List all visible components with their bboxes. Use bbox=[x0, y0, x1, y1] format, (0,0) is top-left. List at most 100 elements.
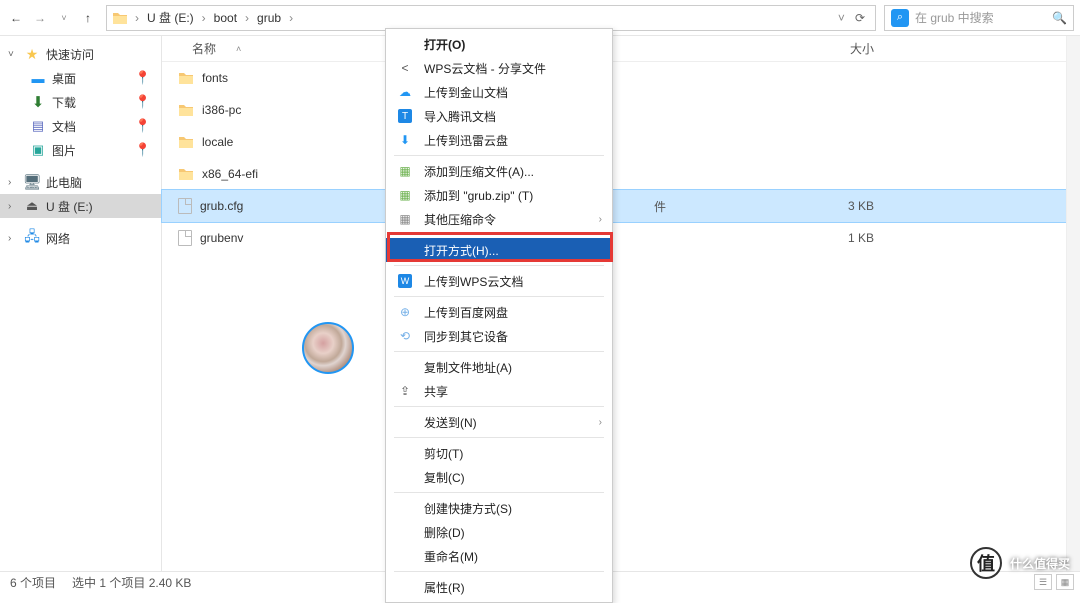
context-menu-label: 其他压缩命令 bbox=[424, 211, 496, 228]
sidebar-item-pictures[interactable]: ▣ 图片 📍 bbox=[0, 138, 161, 162]
address-dropdown[interactable]: ˅ bbox=[834, 11, 849, 25]
status-count: 6 个项目 bbox=[10, 574, 56, 591]
sidebar-item-label: U 盘 (E:) bbox=[46, 198, 93, 215]
context-menu-item[interactable]: ▦其他压缩命令› bbox=[386, 207, 612, 231]
sidebar-item-label: 此电脑 bbox=[46, 174, 82, 191]
context-menu-item[interactable]: 重命名(M) bbox=[386, 544, 612, 568]
expander-icon[interactable]: › bbox=[8, 201, 18, 212]
expander-icon[interactable]: › bbox=[8, 233, 18, 244]
folder-icon bbox=[178, 102, 194, 118]
sync-icon: ⟲ bbox=[396, 329, 414, 343]
status-selection: 选中 1 个项目 2.40 KB bbox=[72, 574, 191, 591]
expander-icon[interactable]: ˅ bbox=[8, 49, 18, 60]
context-menu-label: 上传到金山文档 bbox=[424, 84, 508, 101]
context-menu-item[interactable]: < WPS云文档 - 分享文件 bbox=[386, 56, 612, 80]
breadcrumb[interactable]: boot bbox=[208, 6, 243, 30]
context-menu-item[interactable]: 打开(O) bbox=[386, 32, 612, 56]
sidebar-item-desktop[interactable]: ▬ 桌面 📍 bbox=[0, 66, 161, 90]
context-menu-item[interactable]: ⊕ 上传到百度网盘 bbox=[386, 300, 612, 324]
folder-icon bbox=[178, 134, 194, 150]
sidebar-item-label: 桌面 bbox=[52, 70, 76, 87]
column-header-row: 名称˄ 大小 bbox=[162, 36, 1080, 62]
chevron-right-icon: › bbox=[243, 11, 251, 25]
sidebar-item-documents[interactable]: ▤ 文档 📍 bbox=[0, 114, 161, 138]
context-menu-item[interactable]: ⇪共享 bbox=[386, 379, 612, 403]
refresh-button[interactable]: ⟳ bbox=[849, 11, 871, 25]
back-button[interactable]: ← bbox=[6, 8, 26, 28]
watermark-badge: 值 bbox=[970, 547, 1002, 579]
breadcrumb[interactable]: U 盘 (E:) bbox=[141, 6, 200, 30]
context-menu-item[interactable]: 删除(D) bbox=[386, 520, 612, 544]
sidebar-item-quick-access[interactable]: ˅ ★ 快速访问 bbox=[0, 42, 161, 66]
pc-icon: 🖥 bbox=[24, 174, 40, 190]
context-menu-item[interactable]: ▦ 添加到压缩文件(A)... bbox=[386, 159, 612, 183]
context-menu-label: 发送到(N) bbox=[424, 414, 477, 431]
context-menu-item[interactable]: ⟲ 同步到其它设备 bbox=[386, 324, 612, 348]
file-row[interactable]: x86_64-efi bbox=[162, 158, 1080, 190]
file-row[interactable]: locale bbox=[162, 126, 1080, 158]
chevron-right-icon: › bbox=[287, 11, 295, 25]
context-menu-item[interactable]: 创建快捷方式(S) bbox=[386, 496, 612, 520]
context-menu-label: WPS云文档 - 分享文件 bbox=[424, 60, 546, 77]
download-icon: ⬇ bbox=[30, 94, 46, 110]
zip-icon: ▦ bbox=[396, 164, 414, 178]
chevron-right-icon: › bbox=[133, 11, 141, 25]
star-icon: ★ bbox=[24, 46, 40, 62]
sidebar-item-downloads[interactable]: ⬇ 下载 📍 bbox=[0, 90, 161, 114]
recent-dropdown[interactable]: ˅ bbox=[54, 8, 74, 28]
watermark: 值 什么值得买 bbox=[970, 547, 1070, 579]
file-pane: 名称˄ 大小 fonts i386-pclocalex86_64-efigrub.… bbox=[162, 36, 1080, 574]
context-menu-item[interactable]: ⬇上传到迅雷云盘 bbox=[386, 128, 612, 152]
desktop-icon: ▬ bbox=[30, 70, 46, 86]
context-menu-item[interactable]: 复制(C) bbox=[386, 465, 612, 489]
context-menu: 打开(O) < WPS云文档 - 分享文件 ☁上传到金山文档T导入腾讯文档⬇上传到迅雷… bbox=[385, 28, 613, 603]
file-row[interactable]: grubenv1 KB bbox=[162, 222, 1080, 254]
file-name: fonts bbox=[202, 71, 228, 85]
context-menu-item[interactable]: 发送到(N)› bbox=[386, 410, 612, 434]
folder-icon bbox=[178, 166, 194, 182]
usb-icon: ⏏ bbox=[24, 198, 40, 214]
context-menu-item[interactable]: ▦ 添加到 "grub.zip" (T) bbox=[386, 183, 612, 207]
pin-icon: 📍 bbox=[135, 142, 151, 158]
context-menu-item[interactable]: 复制文件地址(A) bbox=[386, 355, 612, 379]
up-button[interactable]: ↑ bbox=[78, 8, 98, 28]
file-row[interactable]: fonts bbox=[162, 62, 1080, 94]
address-bar[interactable]: › U 盘 (E:) › boot › grub › ˅ ⟳ bbox=[106, 5, 876, 31]
sidebar-item-this-pc[interactable]: › 🖥 此电脑 bbox=[0, 170, 161, 194]
sidebar-item-network[interactable]: › 🖧 网络 bbox=[0, 226, 161, 250]
zip-icon: ▦ bbox=[396, 188, 414, 202]
tencent-icon: T bbox=[396, 109, 414, 123]
context-menu-label: 复制(C) bbox=[424, 469, 465, 486]
expander-icon[interactable]: › bbox=[8, 177, 18, 188]
context-menu-item[interactable]: 剪切(T) bbox=[386, 441, 612, 465]
network-icon: 🖧 bbox=[24, 230, 40, 246]
context-menu-item[interactable]: W上传到WPS云文档 bbox=[386, 269, 612, 293]
sidebar-item-label: 网络 bbox=[46, 230, 70, 247]
context-menu-label: 添加到 "grub.zip" (T) bbox=[424, 187, 533, 204]
context-menu-label: 添加到压缩文件(A)... bbox=[424, 163, 534, 180]
context-menu-item[interactable]: 属性(R) bbox=[386, 575, 612, 599]
context-menu-item[interactable]: T导入腾讯文档 bbox=[386, 104, 612, 128]
file-icon bbox=[178, 198, 192, 214]
chevron-right-icon: › bbox=[200, 11, 208, 25]
context-menu-label: 上传到百度网盘 bbox=[424, 304, 508, 321]
context-menu-label: 创建快捷方式(S) bbox=[424, 500, 512, 517]
wps-icon: W bbox=[396, 274, 414, 288]
file-row[interactable]: i386-pc bbox=[162, 94, 1080, 126]
share-icon: < bbox=[396, 61, 414, 75]
column-header-size[interactable]: 大小 bbox=[672, 40, 892, 57]
search-placeholder: 在 grub 中搜索 bbox=[915, 9, 994, 26]
file-row[interactable]: grub.cfg件3 KB bbox=[162, 190, 1080, 222]
context-menu-item[interactable]: 打开方式(H)... bbox=[386, 238, 612, 262]
breadcrumb[interactable]: grub bbox=[251, 6, 287, 30]
scrollbar[interactable] bbox=[1066, 36, 1080, 571]
thunder-icon: ⬇ bbox=[396, 133, 414, 147]
search-input[interactable]: ⌕ 在 grub 中搜索 🔍 bbox=[884, 5, 1074, 31]
sidebar-item-label: 图片 bbox=[52, 142, 76, 159]
context-menu-label: 同步到其它设备 bbox=[424, 328, 508, 345]
file-name: grubenv bbox=[200, 231, 243, 245]
forward-button[interactable]: → bbox=[30, 8, 50, 28]
sidebar-item-usb[interactable]: › ⏏ U 盘 (E:) bbox=[0, 194, 161, 218]
context-menu-item[interactable]: ☁上传到金山文档 bbox=[386, 80, 612, 104]
baidu-icon: ⊕ bbox=[396, 305, 414, 319]
